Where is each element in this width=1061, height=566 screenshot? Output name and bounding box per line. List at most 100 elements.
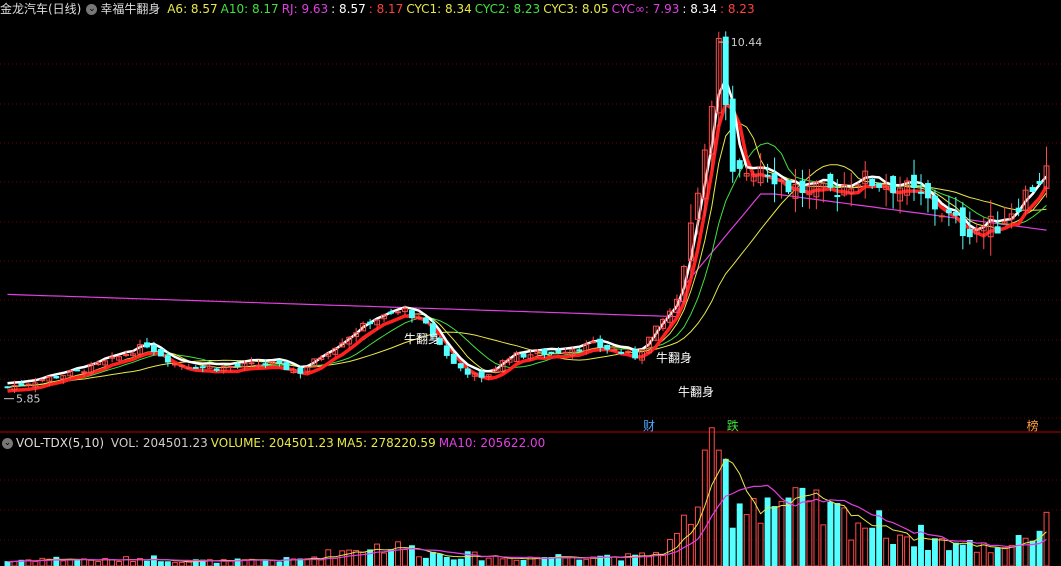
volume-bar-down [890, 544, 897, 566]
cyc-inf-line [7, 193, 1047, 318]
signal-label: 牛翻身 [656, 350, 692, 365]
volume-bar-up [569, 557, 576, 566]
hdr-value-8: CYC∞: 7.93 [611, 2, 680, 16]
volume-bar-up [395, 541, 401, 566]
volume-bar-up [701, 449, 708, 566]
volume-bar-down [959, 544, 966, 566]
volume-bar-down [729, 527, 736, 566]
hdr-value-1: A10: 8.17 [220, 2, 279, 16]
candle-down [576, 349, 583, 352]
candle-up [395, 311, 401, 314]
volume-bar-down [388, 549, 394, 566]
candle-down [959, 207, 966, 237]
candle-down [952, 212, 959, 216]
volume-bar-down [925, 549, 931, 566]
candle-down [604, 344, 611, 350]
volume-bar-up [1001, 547, 1008, 566]
volume-bar-up [485, 557, 492, 566]
collapse-toggle-icon[interactable]: ⌄ [2, 438, 13, 449]
candle-down [74, 369, 81, 372]
volume-bar-down [276, 561, 283, 566]
volume-bar-up [67, 559, 74, 566]
volume-bar-down [618, 560, 625, 566]
candle-down [199, 366, 206, 369]
volume-bar-up [32, 561, 39, 566]
volume-bar-up [1008, 544, 1015, 566]
volume-bar-up [938, 538, 945, 566]
candle-down [541, 348, 548, 356]
volume-bar-down [555, 554, 562, 566]
candle-down [799, 180, 806, 193]
volume-header: ⌄ VOL-TDX(5,10) VOL: 204501.23 VOLUME: 204… [0, 434, 551, 452]
volume-bar-up [778, 500, 785, 566]
volume-bar-up [95, 561, 102, 566]
volume-bar-up [339, 550, 346, 566]
candle-down [827, 173, 834, 188]
candle-down [771, 173, 778, 185]
candle-down [618, 351, 625, 354]
volume-bar-down [74, 559, 81, 566]
volume-bar-up [848, 539, 855, 566]
volume-bar-up [39, 557, 46, 566]
collapse-toggle-icon[interactable]: ⌄ [86, 4, 98, 15]
volume-bar-up [583, 558, 590, 566]
candle-up [178, 364, 185, 367]
volume-bar-up [123, 556, 129, 566]
candle-up [39, 379, 46, 382]
volume-bar-down [429, 551, 436, 566]
volume-bar-down [157, 561, 164, 566]
hdr-value-7: CYC3: 8.05 [543, 2, 609, 16]
candle-down [548, 351, 555, 354]
event-flag[interactable]: 财 [643, 417, 655, 434]
event-flag[interactable]: 跌 [727, 417, 739, 434]
volume-bar-up [813, 489, 820, 566]
candle-up [25, 383, 32, 386]
volume-bar-up [381, 552, 387, 566]
chart-canvas[interactable]: 10.445.85牛翻身牛翻身牛翻身 [0, 0, 1061, 566]
volume-indicator-name[interactable]: VOL-TDX(5,10) [16, 436, 104, 450]
volume-bar-down [422, 557, 429, 566]
volume-bar-up [415, 556, 422, 566]
candle-down [890, 176, 897, 194]
volume-bar-down [443, 556, 450, 566]
volume-bar-up [346, 549, 353, 566]
hdr-value-3: : 8.57 [331, 2, 366, 16]
hdr-value-5: CYC1: 8.34 [406, 2, 472, 16]
indicator-name[interactable]: 幸福牛翻身 [100, 2, 160, 16]
vol-value-0: VOL: 204501.23 [110, 436, 208, 450]
volume-bar-down [478, 560, 485, 566]
volume-bar-down [722, 458, 729, 566]
candle-up [255, 364, 262, 367]
candle-up [611, 349, 618, 352]
volume-bar-down [876, 510, 883, 566]
volume-bar-up [269, 560, 276, 566]
candle-down [144, 342, 150, 348]
candle-down [918, 191, 924, 194]
candle-up [778, 179, 785, 182]
candle-down [869, 178, 876, 187]
volume-bar-down [945, 550, 952, 566]
candle-up [171, 363, 178, 366]
volume-bar-up [109, 559, 116, 566]
volume-bar-up [987, 552, 994, 566]
volume-bar-up [841, 507, 848, 566]
candle-down [408, 310, 415, 319]
candle-down [4, 386, 11, 389]
vol-value-1: VOLUME: 204501.23 [210, 436, 334, 450]
candle-down [422, 317, 429, 324]
event-flag[interactable]: 榜 [1027, 417, 1039, 434]
candle-down [931, 195, 938, 210]
candle-down [157, 349, 164, 357]
candle-down [1015, 207, 1022, 212]
candle-down [164, 355, 171, 363]
vol-value-2: MA5: 278220.59 [336, 436, 436, 450]
volume-bar-up [646, 556, 652, 566]
candle-down [234, 363, 241, 367]
volume-bar-down [457, 558, 464, 566]
stock-title[interactable]: 金龙汽车(日线) [0, 2, 81, 16]
volume-bar-down [4, 561, 11, 566]
signal-label: 牛翻身 [678, 384, 714, 399]
volume-bar-down [771, 506, 778, 566]
candle-down [213, 368, 220, 371]
candle-down [785, 180, 792, 193]
